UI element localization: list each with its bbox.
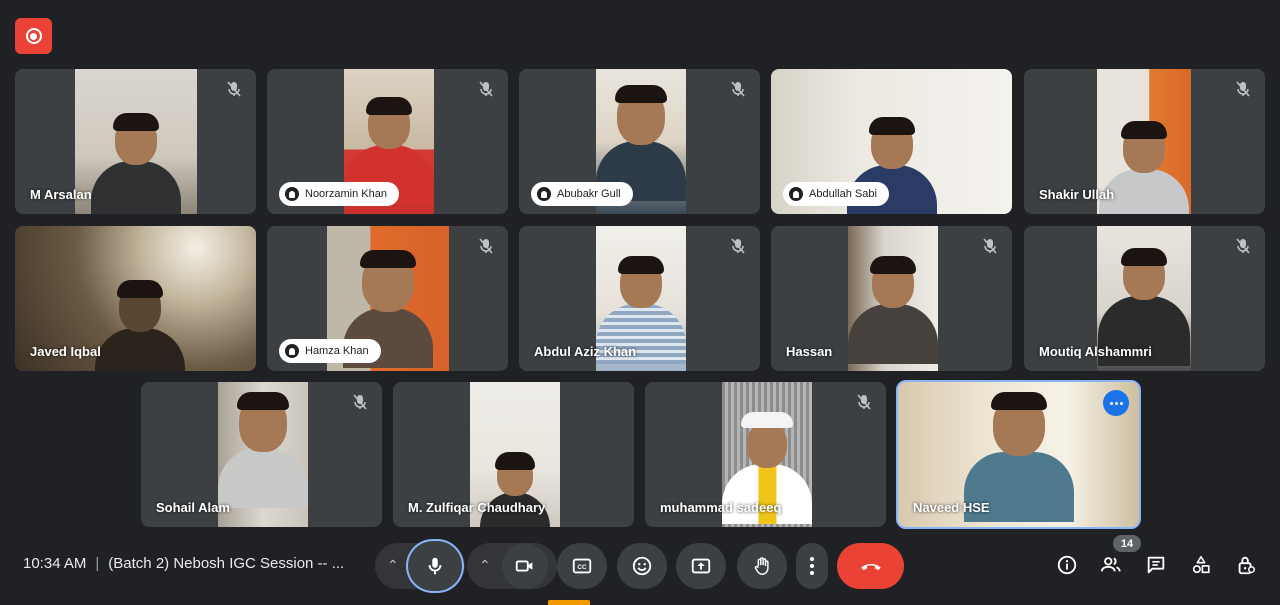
participant-tile[interactable]: Hassan [771, 226, 1012, 371]
pin-icon [285, 344, 299, 358]
recording-indicator[interactable] [15, 18, 52, 54]
mic-off-icon [1236, 81, 1250, 97]
name-chip[interactable]: Hamza Khan [279, 339, 381, 363]
video-feed [218, 382, 308, 527]
participant-name: Moutiq Alshammri [1039, 344, 1152, 359]
participant-tile[interactable]: M Arsalan [15, 69, 256, 214]
participant-name: Noorzamin Khan [305, 188, 387, 200]
participant-count-badge: 14 [1113, 535, 1141, 552]
mic-off-icon [731, 238, 745, 254]
camera-button[interactable] [502, 543, 548, 589]
closed-captions-icon: CC [572, 558, 592, 574]
participant-name: Javed Iqbal [30, 344, 101, 359]
participant-name: M Arsalan [30, 187, 92, 202]
window-edge-indicator [548, 600, 590, 605]
participant-tile[interactable]: Sohail Alam [141, 382, 382, 527]
people-icon [1100, 557, 1121, 572]
svg-text:CC: CC [577, 564, 587, 571]
mic-icon [428, 557, 442, 575]
shapes-icon [1192, 555, 1210, 574]
participant-tile[interactable]: Abubakr Gull [519, 69, 760, 214]
more-options-button[interactable] [796, 543, 828, 589]
meeting-control-bar: 10:34 AM | (Batch 2) Nebosh IGC Session --… [0, 533, 1280, 605]
mic-off-icon [479, 238, 493, 254]
video-feed [75, 69, 197, 214]
participant-tile[interactable]: muhammad sadeeq [645, 382, 886, 527]
name-chip[interactable]: Abubakr Gull [531, 182, 633, 206]
host-controls-button[interactable] [1234, 553, 1258, 577]
info-icon [1057, 555, 1077, 575]
pin-icon [789, 187, 803, 201]
meeting-title: (Batch 2) Nebosh IGC Session -- ... [108, 555, 345, 572]
videocam-icon [515, 560, 533, 572]
chevron-up-icon[interactable]: ⌃ [479, 557, 491, 574]
lock-person-icon [1238, 556, 1255, 575]
chevron-up-icon[interactable]: ⌃ [387, 557, 399, 574]
participant-name: Sohail Alam [156, 500, 230, 515]
meeting-info: 10:34 AM | (Batch 2) Nebosh IGC Session --… [23, 555, 345, 572]
mic-off-icon [227, 81, 241, 97]
meeting-details-button[interactable] [1055, 553, 1079, 577]
captions-button[interactable]: CC [557, 543, 607, 589]
more-options-icon[interactable] [1103, 390, 1129, 416]
microphone-button[interactable] [408, 541, 462, 591]
present-screen-icon [691, 558, 711, 574]
raise-hand-button[interactable] [737, 543, 787, 589]
pin-icon [285, 187, 299, 201]
participant-name: Abdullah Sabi [809, 188, 877, 200]
more-vert-icon [810, 557, 814, 575]
activities-button[interactable] [1189, 553, 1213, 577]
recording-icon [25, 28, 42, 44]
meeting-time: 10:34 AM [23, 555, 87, 572]
mic-off-icon [479, 81, 493, 97]
participant-tile-active-speaker[interactable]: Naveed HSE [896, 380, 1141, 529]
chat-button[interactable] [1144, 553, 1168, 577]
mic-off-icon [983, 238, 997, 254]
participant-name: Hamza Khan [305, 345, 369, 357]
emoji-icon [632, 556, 652, 576]
participant-name: Abdul Aziz Khan [534, 344, 637, 359]
name-chip[interactable]: Noorzamin Khan [279, 182, 399, 206]
video-feed [848, 226, 938, 371]
call-end-icon [860, 563, 881, 571]
people-button[interactable] [1099, 553, 1123, 577]
hand-icon [754, 557, 769, 575]
leave-call-button[interactable] [837, 543, 904, 589]
participant-tile[interactable]: Moutiq Alshammri [1024, 226, 1265, 371]
mic-off-icon [353, 394, 367, 410]
participant-tile[interactable]: Shakir Ullah [1024, 69, 1265, 214]
mic-off-icon [857, 394, 871, 410]
participant-name: Shakir Ullah [1039, 187, 1115, 202]
mic-off-icon [1236, 238, 1250, 254]
participant-tile[interactable]: Abdullah Sabi [771, 69, 1012, 214]
reactions-button[interactable] [617, 543, 667, 589]
participant-tile[interactable]: Javed Iqbal [15, 226, 256, 371]
participant-name: muhammad sadeeq [660, 500, 782, 515]
chat-icon [1147, 556, 1165, 574]
participant-name: Naveed HSE [913, 500, 990, 515]
present-button[interactable] [676, 543, 726, 589]
participant-tile[interactable]: Hamza Khan [267, 226, 508, 371]
mic-off-icon [731, 81, 745, 97]
name-chip[interactable]: Abdullah Sabi [783, 182, 889, 206]
participant-tile[interactable]: Noorzamin Khan [267, 69, 508, 214]
participant-name: Hassan [786, 344, 833, 359]
participant-tile[interactable]: M. Zulfiqar Chaudhary [393, 382, 634, 527]
participant-name: Abubakr Gull [557, 188, 621, 200]
participant-tile[interactable]: Abdul Aziz Khan [519, 226, 760, 371]
participant-name: M. Zulfiqar Chaudhary [408, 500, 546, 515]
pin-icon [537, 187, 551, 201]
